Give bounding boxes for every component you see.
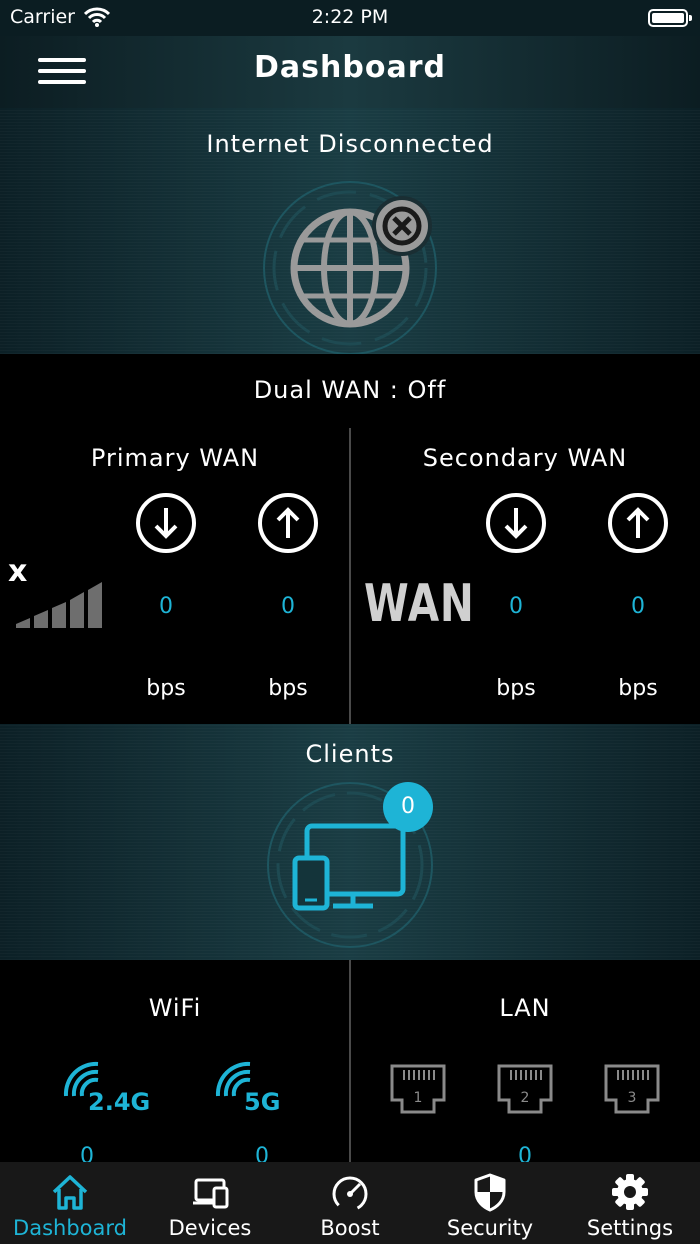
secondary-wan-title: Secondary WAN bbox=[422, 444, 628, 472]
lan-port-number: 1 bbox=[413, 1090, 423, 1106]
clients-title: Clients bbox=[305, 740, 395, 768]
shield-icon bbox=[474, 1173, 506, 1212]
tab-label: Devices bbox=[168, 1216, 252, 1240]
tab-label: Settings bbox=[586, 1216, 674, 1240]
wan-divider bbox=[349, 428, 351, 724]
tab-label: Boost bbox=[320, 1216, 380, 1240]
secondary-upload-unit: bps bbox=[618, 676, 658, 701]
wifi-24g-button[interactable]: 2.4G bbox=[62, 1060, 154, 1120]
primary-download-icon[interactable] bbox=[135, 492, 197, 554]
lan-port-number: 2 bbox=[520, 1090, 530, 1106]
wifi-5g-button[interactable]: 5G bbox=[214, 1060, 294, 1120]
secondary-upload-rate: 0 bbox=[631, 594, 645, 619]
dual-wan-panel: Dual WAN : Off Primary WAN x 0 0 bps bps… bbox=[0, 354, 700, 724]
wan-badge: WAN bbox=[364, 574, 475, 634]
clock: 2:22 PM bbox=[311, 6, 389, 28]
lan-port-1[interactable]: 1 bbox=[390, 1064, 446, 1116]
lan-port-3[interactable]: 3 bbox=[604, 1064, 660, 1116]
primary-download-rate: 0 bbox=[159, 594, 173, 619]
primary-download-unit: bps bbox=[146, 676, 186, 701]
status-bar: Carrier 2:22 PM bbox=[0, 0, 700, 36]
primary-upload-unit: bps bbox=[268, 676, 308, 701]
speedometer-icon bbox=[332, 1176, 368, 1212]
wifi-lan-divider bbox=[349, 960, 351, 1162]
tab-devices[interactable]: Devices bbox=[140, 1162, 280, 1244]
tab-label: Dashboard bbox=[13, 1216, 127, 1240]
lan-port-2[interactable]: 2 bbox=[497, 1064, 553, 1116]
secondary-upload-icon[interactable] bbox=[607, 492, 669, 554]
devices-icon bbox=[193, 1178, 229, 1209]
gear-icon bbox=[612, 1174, 648, 1210]
signal-strength-icon bbox=[16, 582, 102, 628]
primary-upload-icon[interactable] bbox=[257, 492, 319, 554]
clients-panel[interactable]: Clients 0 bbox=[0, 724, 700, 960]
globe-disconnected-icon bbox=[263, 181, 437, 355]
lan-title: LAN bbox=[499, 994, 551, 1022]
secondary-download-rate: 0 bbox=[509, 594, 523, 619]
nav-bar: Dashboard bbox=[0, 36, 700, 108]
tab-security[interactable]: Security bbox=[420, 1162, 560, 1244]
home-icon bbox=[52, 1175, 88, 1210]
tab-bar: Dashboard Devices Boost Security Setting… bbox=[0, 1162, 700, 1244]
tab-dashboard[interactable]: Dashboard bbox=[0, 1162, 140, 1244]
clients-count-badge: 0 bbox=[383, 782, 433, 832]
battery-icon bbox=[648, 9, 692, 27]
secondary-download-icon[interactable] bbox=[485, 492, 547, 554]
page-title: Dashboard bbox=[254, 50, 446, 85]
lan-port-number: 3 bbox=[627, 1090, 637, 1106]
wifi-24g-label: 2.4G bbox=[88, 1088, 151, 1116]
wifi-5g-label: 5G bbox=[244, 1088, 281, 1116]
primary-wan-title: Primary WAN bbox=[90, 444, 260, 472]
dual-wan-status: Dual WAN : Off bbox=[253, 376, 447, 404]
internet-status-label: Internet Disconnected bbox=[206, 130, 494, 158]
tab-settings[interactable]: Settings bbox=[560, 1162, 700, 1244]
primary-upload-rate: 0 bbox=[281, 594, 295, 619]
internet-status-panel[interactable]: Internet Disconnected bbox=[0, 108, 700, 355]
tab-boost[interactable]: Boost bbox=[280, 1162, 420, 1244]
secondary-download-unit: bps bbox=[496, 676, 536, 701]
wifi-lan-panel: WiFi 2.4G 5G 0 0 LAN 1 2 3 0 bbox=[0, 960, 700, 1169]
tab-label: Security bbox=[446, 1216, 534, 1240]
wifi-title: WiFi bbox=[148, 994, 202, 1022]
